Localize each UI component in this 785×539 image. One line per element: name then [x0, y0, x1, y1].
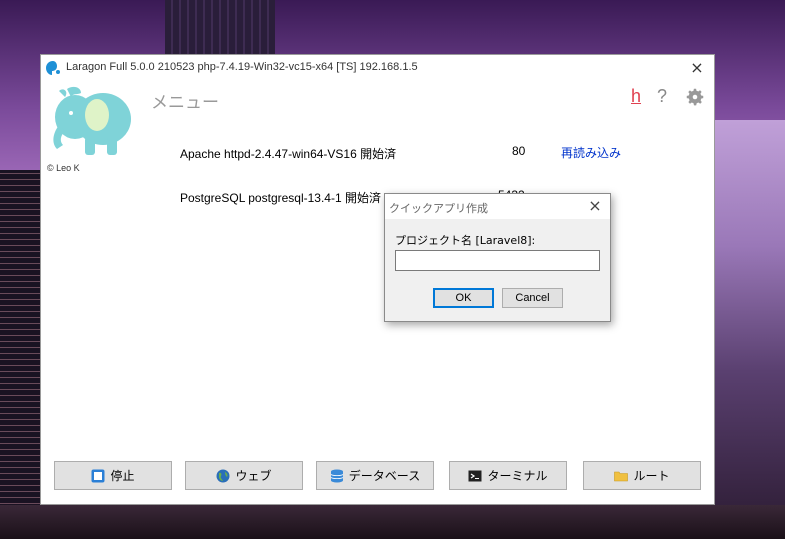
database-button[interactable]: データベース [316, 461, 434, 490]
close-icon[interactable]: × [686, 58, 708, 78]
web-button-label: ウェブ [235, 469, 272, 483]
database-button-label: データベース [348, 469, 421, 483]
background-city-bottom [0, 505, 785, 539]
root-button[interactable]: ルート [583, 461, 701, 490]
apache-service-status: Apache httpd-2.4.47-win64-VS16 開始済 [180, 147, 397, 161]
globe-icon [216, 469, 230, 482]
logo-credit: © Leo K [47, 163, 80, 173]
menu-title[interactable]: メニュー [151, 88, 219, 113]
stop-icon [91, 469, 105, 482]
laragon-window: Laragon Full 5.0.0 210523 php-7.4.19-Win… [40, 54, 715, 505]
window-title: Laragon Full 5.0.0 210523 php-7.4.19-Win… [66, 61, 418, 73]
h-icon[interactable]: h [631, 86, 641, 107]
dialog-close-icon[interactable]: × [586, 196, 604, 215]
elephant-logo [53, 86, 131, 155]
web-button[interactable]: ウェブ [185, 461, 303, 490]
quick-app-dialog: クイックアプリ作成 × プロジェクト名 [Laravel8]: OK Cance… [384, 193, 611, 322]
background-building-left [0, 170, 42, 539]
project-name-input[interactable] [395, 250, 600, 271]
ok-button[interactable]: OK [433, 288, 494, 308]
reload-link[interactable]: 再読み込み [561, 144, 621, 161]
stop-button-label: 停止 [110, 469, 135, 483]
gear-icon[interactable] [684, 86, 706, 108]
laragon-app-icon [46, 61, 60, 75]
database-icon [330, 469, 344, 482]
folder-icon [614, 471, 629, 481]
terminal-icon [468, 470, 482, 481]
dialog-title: クイックアプリ作成 [389, 202, 488, 215]
background-building-right [715, 120, 785, 539]
postgresql-service-status: PostgreSQL postgresql-13.4-1 開始済 [180, 191, 381, 205]
background-tower [165, 0, 275, 60]
dialog-title-bar[interactable]: クイックアプリ作成 × [385, 194, 610, 219]
cancel-button[interactable]: Cancel [502, 288, 563, 308]
stop-button[interactable]: 停止 [54, 461, 172, 490]
apache-port: 80 [512, 144, 526, 158]
help-icon[interactable]: ? [657, 86, 667, 107]
terminal-button-label: ターミナル [487, 469, 548, 483]
title-bar[interactable]: Laragon Full 5.0.0 210523 php-7.4.19-Win… [41, 55, 714, 81]
project-name-label: プロジェクト名 [Laravel8]: [395, 234, 536, 247]
terminal-button[interactable]: ターミナル [449, 461, 567, 490]
root-button-label: ルート [633, 469, 670, 483]
